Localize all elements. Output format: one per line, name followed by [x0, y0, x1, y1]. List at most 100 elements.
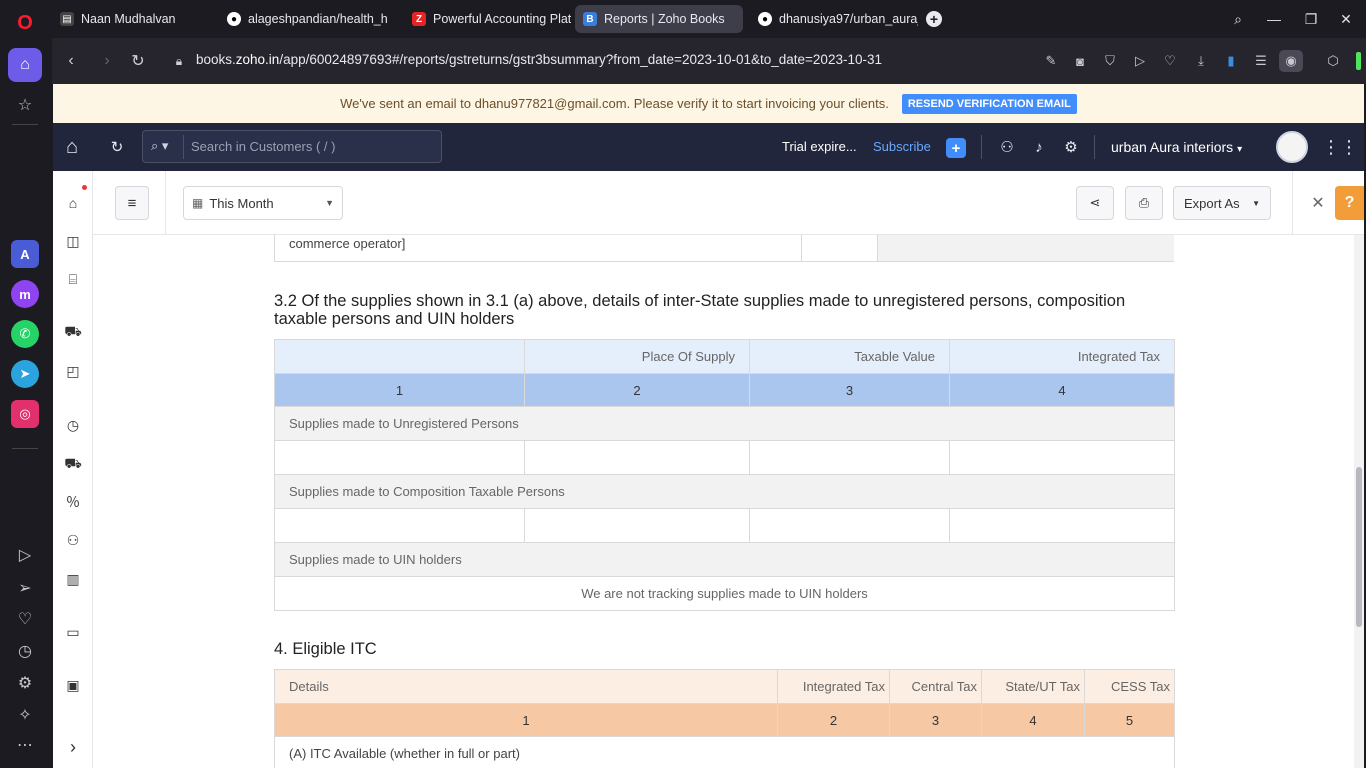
- edit-icon[interactable]: ✎: [1041, 51, 1061, 71]
- cell-divider: [801, 235, 802, 261]
- apps-grid-icon[interactable]: ⋮⋮: [1322, 136, 1358, 158]
- caret-down-icon: ▼: [1252, 198, 1260, 208]
- settings-icon[interactable]: ⚙: [14, 672, 36, 694]
- period-dropdown[interactable]: ▦ This Month ▼: [183, 186, 343, 220]
- address-bar: ‹ › ↻ 🔒︎ books.zoho.in/app/60024897693#/…: [52, 38, 1366, 84]
- purchases-bag-icon[interactable]: ◰: [63, 361, 83, 381]
- table-cell: [524, 508, 750, 543]
- cube-icon[interactable]: ⬡: [1323, 51, 1343, 71]
- gear-icon[interactable]: ⚙: [1060, 136, 1082, 158]
- tab-reports-zoho-books[interactable]: B Reports | Zoho Books: [575, 5, 743, 33]
- chevron-down-icon: ▼: [325, 198, 334, 208]
- sales-cart-icon[interactable]: ⛟: [63, 322, 83, 342]
- col-number: 2: [777, 703, 890, 737]
- reload-icon[interactable]: ↻: [127, 50, 149, 72]
- search-bar[interactable]: ⌕ ▾ Search in Customers ( / ): [142, 130, 442, 163]
- tab-github-urban-aura[interactable]: ● dhanusiya97/urban_aura_: [750, 5, 918, 33]
- search-divider: [183, 135, 184, 159]
- items-icon[interactable]: ◫: [63, 231, 83, 251]
- history-icon[interactable]: ◷: [14, 640, 36, 662]
- organization-name[interactable]: urban Aura interiors ▾: [1111, 139, 1242, 155]
- quick-create-icon[interactable]: +: [946, 138, 966, 158]
- print-icon[interactable]: ⎙: [1125, 186, 1163, 220]
- tab-zoho-accounting[interactable]: Z Powerful Accounting Platf: [399, 5, 571, 33]
- payments-icon[interactable]: ▣: [63, 675, 83, 695]
- heart-icon[interactable]: ♡: [14, 608, 36, 630]
- col-number: 4: [949, 373, 1175, 407]
- instagram-icon[interactable]: ◎: [11, 400, 39, 428]
- prev-table-tail: commerce operator]: [274, 235, 1174, 262]
- whatsapp-icon[interactable]: ✆: [11, 320, 39, 348]
- lock-icon[interactable]: 🔒︎: [168, 50, 190, 72]
- close-window-icon[interactable]: ✕: [1336, 9, 1356, 29]
- tab-naan-mudhalvan[interactable]: ▤ Naan Mudhalvan: [52, 5, 212, 33]
- download-icon[interactable]: ⤓: [1191, 51, 1211, 71]
- tab-label: Reports | Zoho Books: [604, 12, 725, 26]
- opera-sidebar: O ⌂ ☆ A m ✆ ➤ ◎ ▷ ➢ ♡ ◷ ⚙ ✧ ⋯: [0, 0, 52, 768]
- play-icon[interactable]: ▷: [1130, 51, 1150, 71]
- back-icon[interactable]: ‹: [60, 50, 82, 72]
- minimize-icon[interactable]: —: [1264, 9, 1284, 29]
- banking-icon[interactable]: ⌸: [63, 269, 83, 289]
- col-header-taxable-value: Taxable Value: [749, 339, 950, 374]
- org-label: urban Aura interiors: [1111, 139, 1234, 155]
- reports-icon[interactable]: ▥: [63, 569, 83, 589]
- help-icon[interactable]: ?: [1335, 186, 1364, 220]
- search-tabs-icon[interactable]: ⌕: [1228, 9, 1248, 29]
- trial-status[interactable]: Trial expire...: [782, 139, 857, 154]
- toolbar-divider: [165, 171, 166, 234]
- search-input[interactable]: Search in Customers ( / ): [191, 139, 336, 154]
- messenger-icon[interactable]: m: [11, 280, 39, 308]
- prev-row-text: commerce operator]: [289, 236, 406, 251]
- player-icon[interactable]: ▷: [14, 544, 36, 566]
- recent-history-icon[interactable]: ↻: [106, 136, 128, 158]
- home-icon[interactable]: ⌂: [63, 193, 83, 213]
- time-tracking-icon[interactable]: ◷: [63, 415, 83, 435]
- table-cell: [274, 508, 525, 543]
- forward-icon[interactable]: ›: [96, 50, 118, 72]
- resend-verification-button[interactable]: RESEND VERIFICATION EMAIL: [901, 93, 1077, 114]
- camera-icon[interactable]: ◙: [1070, 51, 1090, 71]
- documents-icon[interactable]: ▭: [63, 622, 83, 642]
- home-icon[interactable]: ⌂: [8, 48, 42, 82]
- gst-filing-icon[interactable]: ％: [63, 492, 83, 512]
- table-3-2: Place Of Supply Taxable Value Integrated…: [274, 339, 1175, 611]
- shield-icon[interactable]: ⛉: [1100, 51, 1120, 71]
- search-icon[interactable]: ⌕ ▾: [151, 138, 168, 154]
- new-tab-icon[interactable]: +: [926, 11, 942, 27]
- bell-icon[interactable]: ♪: [1028, 136, 1050, 158]
- profile-icon[interactable]: ◉: [1279, 50, 1303, 72]
- more-icon[interactable]: ⋯: [14, 734, 36, 756]
- verification-banner: We've sent an email to dhanu977821@gmail…: [53, 84, 1364, 123]
- accountant-icon[interactable]: ⚇: [63, 530, 83, 550]
- avatar[interactable]: [1276, 131, 1308, 163]
- table-cell: [524, 440, 750, 475]
- col-number: 1: [274, 703, 778, 737]
- easy-setup-icon[interactable]: ☰: [1251, 51, 1271, 71]
- expand-sidebar-icon[interactable]: ›: [63, 737, 83, 757]
- aria-icon[interactable]: A: [11, 240, 39, 268]
- group-composition-taxable-persons: Supplies made to Composition Taxable Per…: [274, 474, 1175, 509]
- heart-icon[interactable]: ♡: [1160, 51, 1180, 71]
- close-report-icon[interactable]: ✕: [1307, 186, 1329, 220]
- subscribe-link[interactable]: Subscribe: [873, 139, 931, 154]
- url-field[interactable]: books.zoho.in/app/60024897693#/reports/g…: [196, 52, 882, 67]
- page-scrollbar[interactable]: [1354, 235, 1364, 768]
- eway-bill-icon[interactable]: ⛟: [63, 454, 83, 474]
- zoho-books-logo-icon[interactable]: ⌂: [61, 136, 83, 158]
- share-icon[interactable]: ⋖: [1076, 186, 1114, 220]
- row-itc-available: (A) ITC Available (whether in full or pa…: [274, 736, 1175, 768]
- export-as-button[interactable]: Export As ▼: [1173, 186, 1271, 220]
- scrollbar-thumb[interactable]: [1356, 467, 1362, 627]
- sidebar-divider-2: [12, 448, 38, 449]
- bulb-icon[interactable]: ✧: [14, 704, 36, 726]
- send-icon[interactable]: ➢: [14, 577, 36, 599]
- star-icon[interactable]: ☆: [14, 94, 36, 116]
- restore-icon[interactable]: ❐: [1301, 9, 1321, 29]
- opera-logo-icon[interactable]: O: [14, 12, 36, 34]
- battery-icon[interactable]: ▮: [1221, 51, 1241, 71]
- tab-github-health[interactable]: ● alageshpandian/health_h: [219, 5, 387, 33]
- menu-icon[interactable]: ≡: [115, 186, 149, 220]
- users-icon[interactable]: ⚇: [996, 136, 1018, 158]
- telegram-icon[interactable]: ➤: [11, 360, 39, 388]
